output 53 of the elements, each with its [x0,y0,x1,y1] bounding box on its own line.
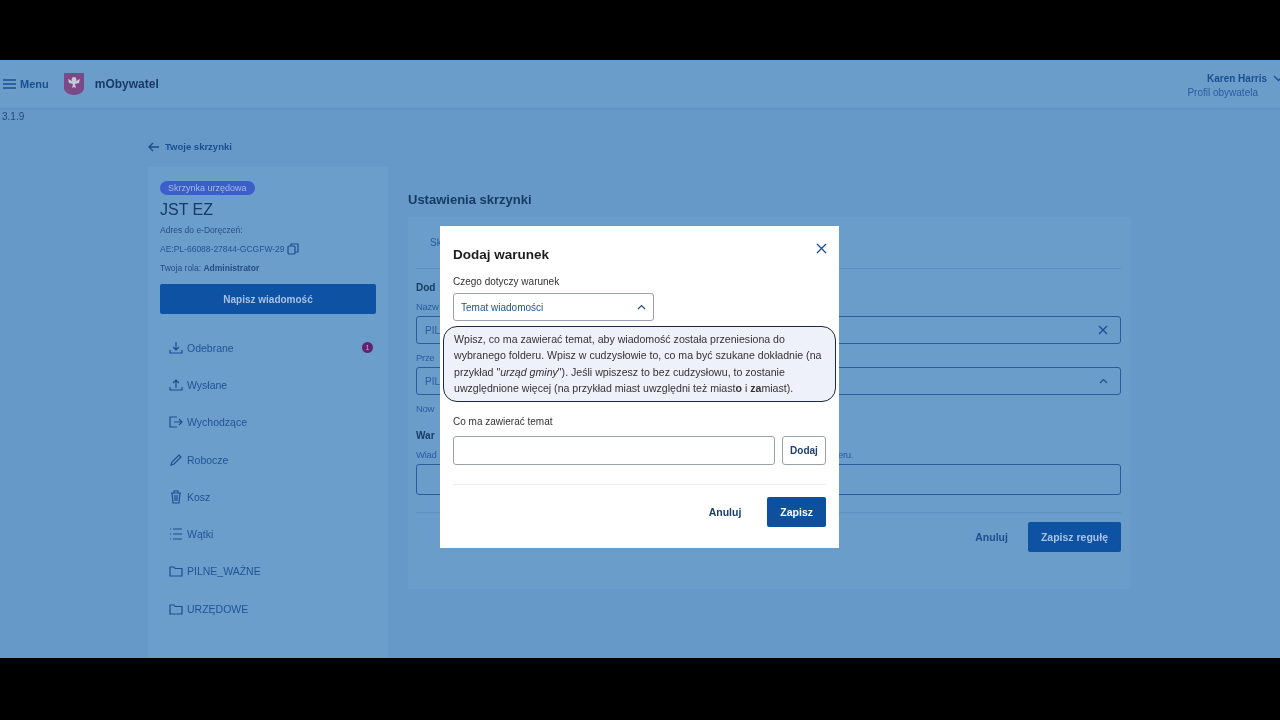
profile-label: Profil obywatela [1187,86,1258,98]
folder-item[interactable]: Wysłane [160,366,376,404]
mailbox-name: JST EZ [160,201,215,219]
field-label: Czego dotyczy warunek [453,276,561,287]
version-label: 3.1.9 [1,110,26,124]
address-label: Adres do e-Doręczeń: [160,225,244,235]
back-link[interactable]: Twoje skrzynki [148,141,388,152]
compose-button[interactable]: Napisz wiadomość [160,284,376,314]
emblem-icon [62,72,85,96]
save-button[interactable]: Zapisz [767,497,826,528]
description-text: Wiad [416,449,437,460]
pencil-icon [169,452,183,467]
folder-icon [169,564,183,579]
folder-item[interactable]: URZĘDOWE [160,590,376,628]
menu-icon [3,79,16,89]
cancel-button[interactable]: Anuluj [975,531,1008,543]
field-label: Co ma zawierać temat [453,416,554,428]
trash-icon [169,489,183,504]
info-text: Wpisz, co ma zawierać temat, aby wiadomość została przeniesiona do wybranego folderu. Wpisz w cudzysłowie to, co ma być szukane dokładnie (na przykład "urząd gminy"). Jeśli wpiszesz to bez cudzysłowu, to zostanie uwzględnione więcej (na przykład miast uwzględni też miasto i zamiast). [454,333,822,394]
folder-icon [169,601,183,616]
list-icon [169,527,183,542]
field-label: Prze [416,352,435,363]
exit-icon [169,415,183,430]
clear-icon[interactable] [1098,325,1108,335]
section-heading: War [416,430,436,441]
field-label: Nazw [416,301,439,312]
settings-title: Ustawienia skrzynki [408,193,533,207]
app-name: mObywatel [94,77,159,91]
close-icon[interactable] [816,243,827,254]
folder-item[interactable]: Wychodzące [160,403,376,441]
folder-item[interactable]: PILNE_WAŻNE [160,552,376,591]
subject-input-field[interactable] [453,436,775,466]
mailbox-type-badge: Skrzynka urzędowa [160,181,255,195]
download-icon [169,340,183,355]
caret-up-icon [1099,378,1108,384]
folder-item[interactable]: Robocze [160,440,376,479]
role-text: Twoja rola: Administrator [160,263,261,273]
folder-item[interactable]: Kosz [160,478,376,516]
hint-text: Now [416,403,435,414]
chevron-down-icon [1273,74,1280,82]
copy-icon[interactable] [286,243,299,255]
upload-icon [169,377,183,392]
condition-type-select[interactable]: Temat wiadomości [453,293,654,321]
cancel-button[interactable]: Anuluj [708,506,742,519]
save-rule-button[interactable]: Zapisz regułę [1027,522,1121,552]
dialog-title: Dodaj warunek [453,247,550,262]
arrow-left-icon [148,141,160,152]
add-button[interactable]: Dodaj [782,436,826,466]
menu-button[interactable]: Menu [3,78,49,90]
user-menu-button[interactable]: Karen Harris [1206,72,1280,84]
folder-item[interactable]: Wątki [160,515,376,553]
caret-up-icon [637,304,646,310]
address-text: AE:PL-66088-27844-GCGFW-29 [160,244,285,254]
